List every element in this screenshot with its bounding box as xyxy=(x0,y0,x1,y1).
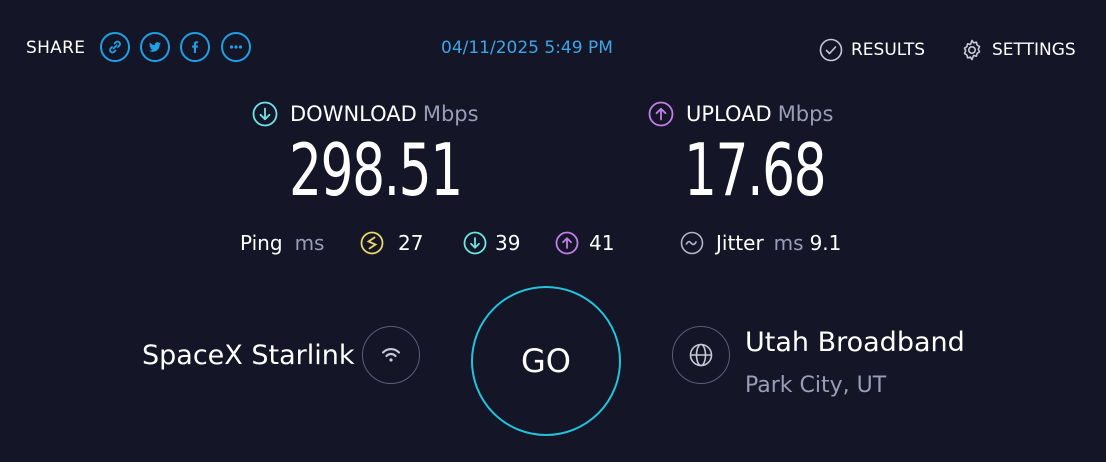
go-button[interactable]: GO xyxy=(471,286,621,436)
results-link[interactable]: RESULTS xyxy=(819,38,925,62)
share-label: SHARE xyxy=(26,38,86,58)
settings-label: SETTINGS xyxy=(992,40,1076,60)
upload-unit: Mbps xyxy=(777,102,834,126)
gear-icon xyxy=(963,39,981,61)
upload-label: UPLOAD xyxy=(686,102,772,126)
upload-header: UPLOAD Mbps xyxy=(648,101,833,127)
server-select-button[interactable] xyxy=(672,326,730,384)
twitter-icon xyxy=(149,42,161,52)
settings-link[interactable]: SETTINGS xyxy=(960,38,1076,62)
jitter-unit: ms xyxy=(773,231,804,255)
share-more-button[interactable] xyxy=(221,32,251,62)
ping-idle[interactable]: 27 xyxy=(360,231,423,255)
test-datetime: 04/11/2025 5:49 PM xyxy=(441,38,613,58)
ping-download-icon xyxy=(463,231,487,255)
ping-download-value: 39 xyxy=(495,231,521,255)
ping-download[interactable]: 39 xyxy=(463,231,520,255)
link-icon xyxy=(109,40,121,54)
ping-unit: ms xyxy=(294,231,325,255)
download-header: DOWNLOAD Mbps xyxy=(252,101,479,127)
jitter-label: Jitter xyxy=(716,231,764,255)
ping-label: Ping xyxy=(240,231,283,255)
ping-idle-icon xyxy=(360,231,384,255)
facebook-icon xyxy=(192,41,199,53)
share-facebook-button[interactable] xyxy=(180,32,210,62)
globe-icon xyxy=(689,343,713,367)
jitter-icon xyxy=(680,231,704,255)
upload-arrow-icon xyxy=(648,101,674,127)
ping-upload-icon xyxy=(555,231,579,255)
ping-idle-value: 27 xyxy=(398,231,424,255)
ping-label-group: Ping ms xyxy=(240,231,324,255)
isp-connection-button[interactable] xyxy=(362,326,420,384)
more-dots-icon xyxy=(229,45,243,49)
share-link-button[interactable] xyxy=(100,32,130,62)
check-circle-icon xyxy=(819,38,843,62)
download-unit: Mbps xyxy=(422,102,479,126)
ping-upload-value: 41 xyxy=(589,231,615,255)
server-location[interactable]: Park City, UT xyxy=(745,373,886,398)
results-label: RESULTS xyxy=(851,40,926,60)
download-value: 298.51 xyxy=(289,128,463,212)
ping-upload[interactable]: 41 xyxy=(555,231,614,255)
server-name[interactable]: Utah Broadband xyxy=(745,327,965,358)
jitter[interactable]: Jitter ms 9.1 xyxy=(680,231,841,255)
go-label: GO xyxy=(521,342,571,380)
isp-name[interactable]: SpaceX Starlink xyxy=(142,340,354,371)
download-arrow-icon xyxy=(252,101,278,127)
wifi-icon xyxy=(381,348,401,362)
jitter-value: 9.1 xyxy=(809,231,842,255)
download-label: DOWNLOAD xyxy=(290,102,417,126)
upload-value: 17.68 xyxy=(684,128,827,212)
share-twitter-button[interactable] xyxy=(140,32,170,62)
